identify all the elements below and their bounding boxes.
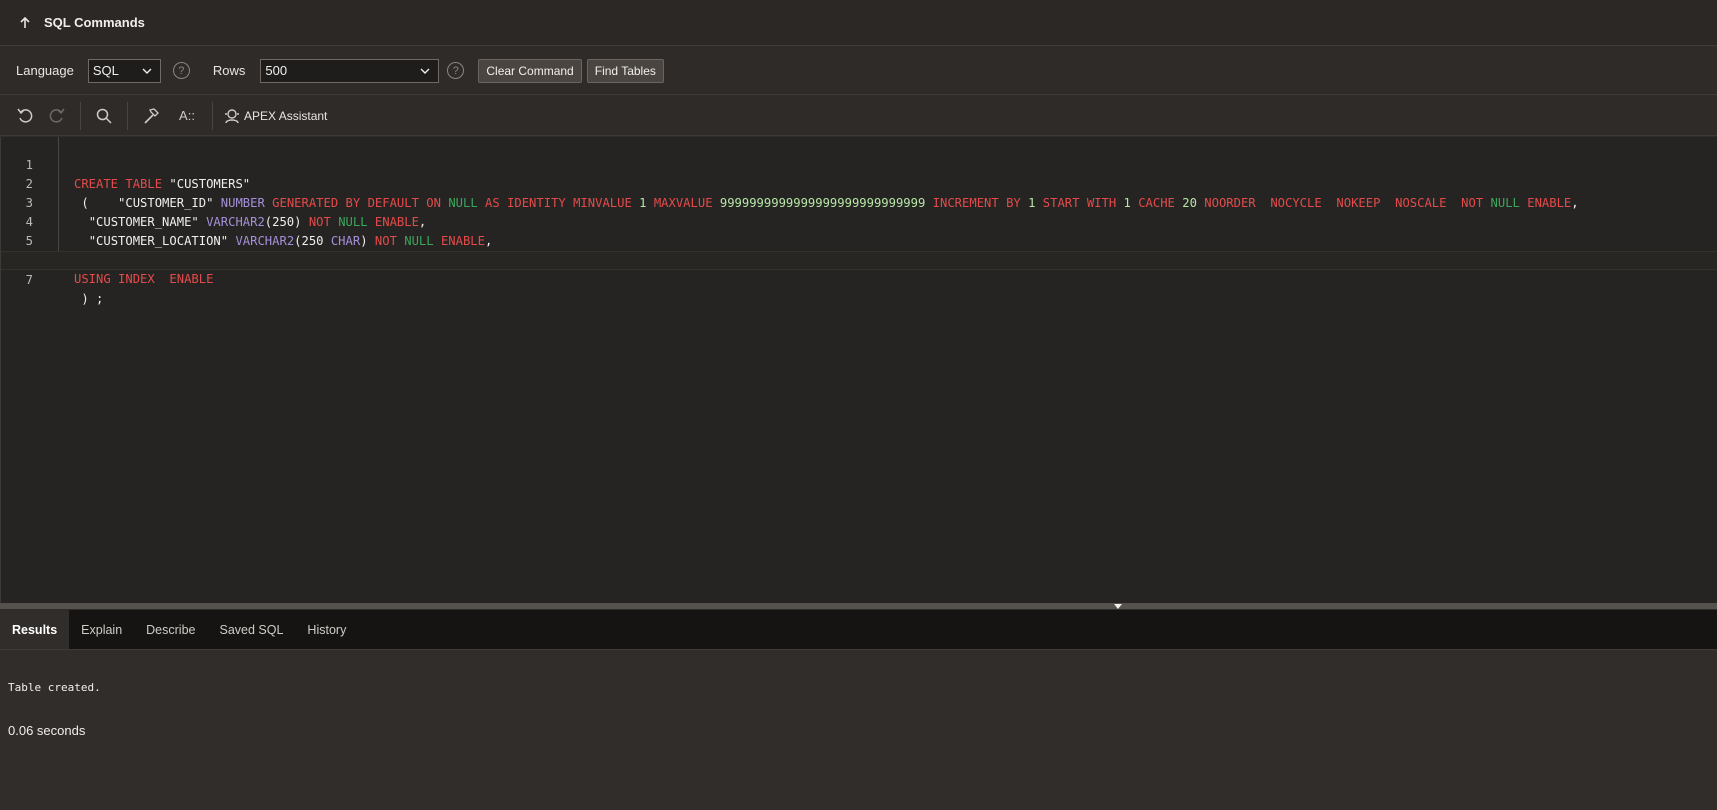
sql-editor[interactable]: 1 CREATE TABLE "CUSTOMERS" 2 ( "CUSTOMER… [0, 137, 1717, 603]
code-line: 6 USING INDEX ENABLE [1, 232, 1717, 286]
page-header: SQL Commands [0, 0, 1717, 46]
hammer-icon[interactable] [138, 103, 164, 129]
command-toolbar: Language SQL ? Rows 500 ? Clear Command … [0, 47, 1717, 95]
toolbar-divider [212, 101, 213, 130]
chevron-down-icon [420, 68, 430, 74]
code-line: 1 CREATE TABLE "CUSTOMERS" [1, 137, 1717, 191]
rows-help-icon[interactable]: ? [447, 62, 465, 79]
rows-value: 500 [265, 63, 288, 78]
language-label: Language [16, 63, 74, 78]
toolbar-divider [80, 101, 81, 130]
language-help-icon[interactable]: ? [172, 62, 190, 79]
code-line: 2 ( "CUSTOMER_ID" NUMBER GENERATED BY DE… [1, 156, 1717, 210]
language-select[interactable]: SQL [87, 58, 161, 83]
collapse-caret-icon[interactable] [1114, 604, 1122, 609]
pane-splitter[interactable] [0, 603, 1717, 609]
chevron-down-icon [142, 68, 152, 74]
toolbar-divider [127, 101, 128, 130]
tab-saved-sql[interactable]: Saved SQL [207, 610, 295, 649]
code-line: 4 "CUSTOMER_LOCATION" VARCHAR2(250 CHAR)… [1, 194, 1717, 248]
tab-explain[interactable]: Explain [69, 610, 134, 649]
autocomplete-icon[interactable]: A:: [172, 103, 202, 129]
assistant-icon [225, 108, 239, 123]
rows-select[interactable]: 500 [260, 58, 440, 83]
code-line-current: 7 ) ; [1, 251, 1717, 306]
rows-label: Rows [212, 63, 246, 78]
results-tabs: Results Explain Describe Saved SQL Histo… [0, 610, 1717, 650]
search-icon[interactable] [91, 103, 117, 129]
code-line: 3 "CUSTOMER_NAME" VARCHAR2(250) NOT NULL… [1, 175, 1717, 229]
results-panel: Table created. 0.06 seconds [0, 651, 1717, 810]
arrow-up-icon[interactable] [18, 16, 32, 30]
page-title: SQL Commands [44, 15, 145, 30]
line-number: 7 [25, 273, 33, 287]
undo-icon[interactable] [12, 103, 38, 129]
clear-command-button[interactable]: Clear Command [478, 58, 582, 83]
tab-results[interactable]: Results [0, 610, 70, 649]
execution-time: 0.06 seconds [8, 723, 86, 738]
language-value: SQL [92, 63, 119, 78]
tab-describe[interactable]: Describe [134, 610, 207, 649]
code-line: 5 CONSTRAINT "CUSTOMER_PK" PRIMARY KEY (… [1, 213, 1717, 267]
apex-assistant-button[interactable]: APEX Assistant [223, 107, 327, 125]
editor-toolbar: A:: APEX Assistant [0, 96, 1717, 136]
result-message: Table created. [8, 681, 101, 694]
tab-history[interactable]: History [295, 610, 358, 649]
apex-assistant-label: APEX Assistant [244, 108, 328, 123]
redo-icon[interactable] [44, 103, 70, 129]
find-tables-button[interactable]: Find Tables [586, 58, 664, 83]
